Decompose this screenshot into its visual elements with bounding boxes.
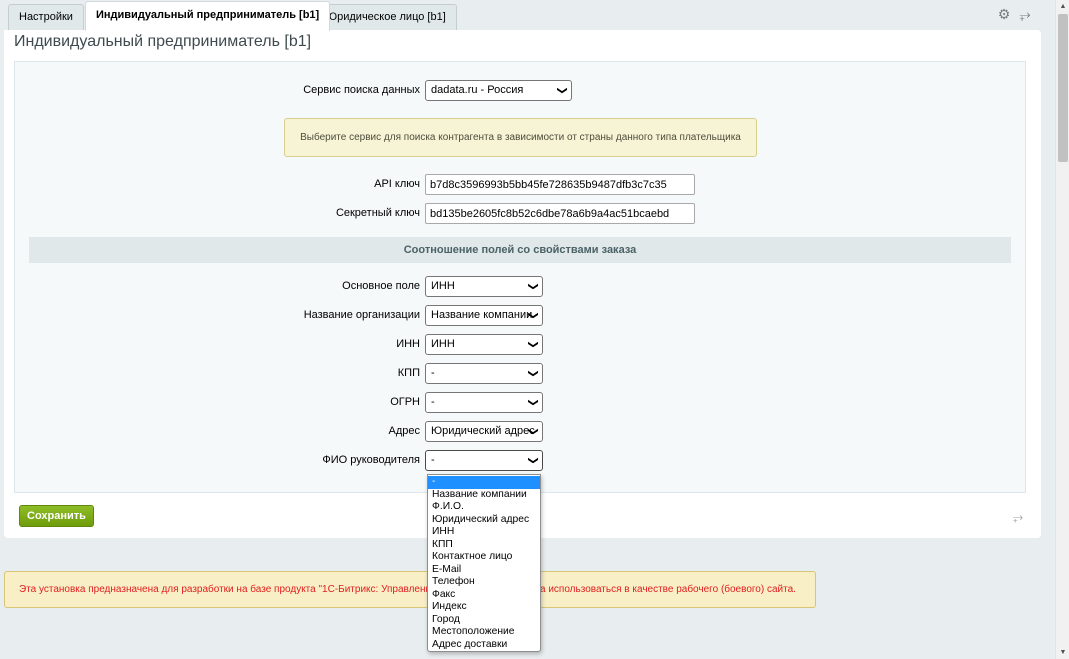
ogrn-select-value: - [431,396,435,408]
tab-legal-entity[interactable]: Юридическое лицо [b1] [315,4,457,30]
page-title: Индивидуальный предприниматель [b1] [14,33,312,50]
director-name-select[interactable]: - ❯ [425,450,543,471]
main-field-select[interactable]: ИНН ❯ [425,276,543,297]
chevron-down-icon: ❯ [556,86,568,95]
chevron-down-icon: ❯ [527,398,539,407]
dropdown-option[interactable]: Контактное лицо [428,551,540,564]
director-name-select-value: - [431,454,435,466]
warning-text-end: а использоваться в качестве рабочего (бо… [540,584,796,595]
tab-individual-entrepreneur[interactable]: Индивидуальный предприниматель [b1] [85,1,331,31]
kpp-select[interactable]: - ❯ [425,363,543,384]
chevron-down-icon: ❯ [527,282,539,291]
director-name-label: ФИО руководителя [322,454,420,466]
chevron-down-icon: ❯ [527,427,539,436]
dropdown-option[interactable]: ИНН [428,526,540,539]
hint-box: Выберите сервис для поиска контрагента в… [284,118,757,157]
dropdown-option[interactable]: Город [428,614,540,627]
chevron-down-icon: ❯ [527,311,539,320]
service-label: Сервис поиска данных [303,84,420,96]
dropdown-option[interactable]: КПП [428,539,540,552]
inn-select-value: ИНН [431,338,455,350]
organization-name-select-value: Название компании [431,309,533,321]
license-warning: Эта установка предназначена для разработ… [4,571,816,608]
scroll-up-arrow-icon[interactable]: ▲ [1056,0,1069,13]
main-field-label: Основное поле [342,280,420,292]
dropdown-option[interactable]: Местоположение [428,626,540,639]
dropdown-option[interactable]: Телефон [428,576,540,589]
director-name-dropdown-list[interactable]: - Название компании Ф.И.О. Юридический адре… [427,474,541,652]
address-label: Адрес [388,425,421,437]
address-select[interactable]: Юридический адрес ❯ [425,421,543,442]
secret-key-input[interactable] [425,203,695,224]
chevron-down-icon: ❯ [527,340,539,349]
organization-name-label: Название организации [303,309,420,321]
dropdown-option[interactable]: - [428,476,540,489]
dropdown-option[interactable]: Адрес доставки [428,639,540,652]
api-key-label: API ключ [374,178,420,190]
inn-label: ИНН [396,338,420,350]
service-select[interactable]: dadata.ru - Россия ❯ [425,80,572,101]
secret-key-label: Секретный ключ [335,207,420,219]
dropdown-option[interactable]: Индекс [428,601,540,614]
dropdown-option[interactable]: Юридический адрес [428,514,540,527]
pin-icon[interactable]: ⥅ [1011,509,1025,525]
page-scrollbar[interactable]: ▲ ▼ [1055,0,1069,659]
tab-settings[interactable]: Настройки [8,4,84,30]
organization-name-select[interactable]: Название компании ❯ [425,305,543,326]
scroll-thumb[interactable] [1058,14,1068,162]
ogrn-select[interactable]: - ❯ [425,392,543,413]
save-button[interactable]: Сохранить [19,505,94,527]
chevron-down-icon: ❯ [527,456,539,465]
api-key-input[interactable] [425,174,695,195]
scroll-down-arrow-icon[interactable]: ▼ [1056,646,1069,659]
gear-icon[interactable]: ⚙ [996,6,1012,22]
kpp-label: КПП [397,367,420,379]
ogrn-label: ОГРН [390,396,420,408]
dropdown-option[interactable]: Название компании [428,489,540,502]
inn-select[interactable]: ИНН ❯ [425,334,543,355]
chevron-down-icon: ❯ [527,369,539,378]
dropdown-option[interactable]: Ф.И.О. [428,501,540,514]
main-field-select-value: ИНН [431,280,455,292]
section-title: Соотношение полей со свойствами заказа [29,237,1011,263]
kpp-select-value: - [431,367,435,379]
dropdown-option[interactable]: Факс [428,589,540,602]
dropdown-option[interactable]: E-Mail [428,564,540,577]
warning-text-start: Эта установка предназначена для разработ… [19,584,432,595]
service-select-value: dadata.ru - Россия [431,84,524,96]
pin-icon[interactable]: ⥅ [1017,6,1033,22]
address-select-value: Юридический адрес [431,425,535,437]
